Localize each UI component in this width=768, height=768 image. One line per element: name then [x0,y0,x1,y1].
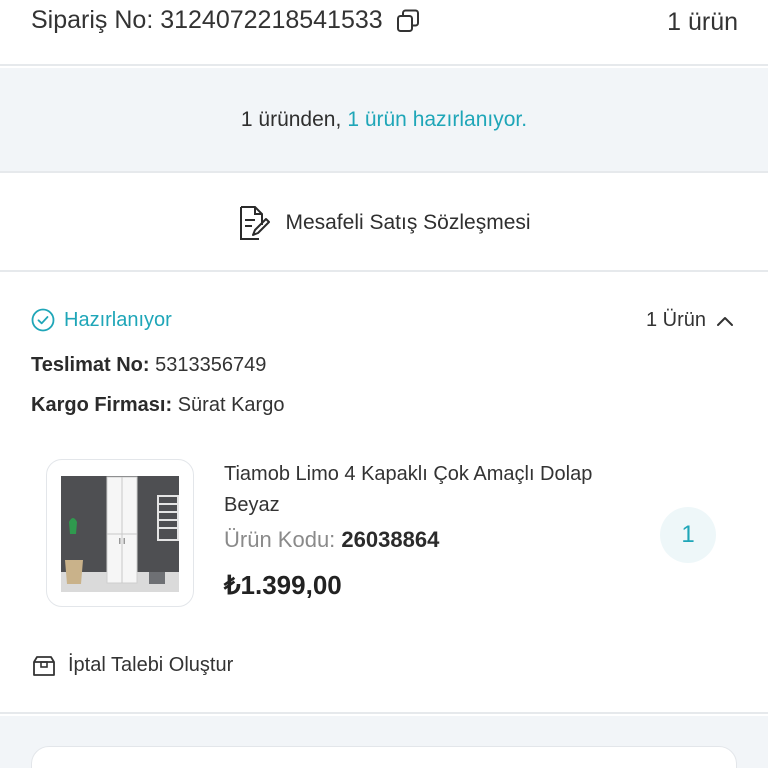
status-banner-highlight: 1 ürün hazırlanıyor. [347,107,528,131]
order-header: Sipariş No: 3124072218541533 1 ürün [0,0,768,66]
bottom-section [0,716,768,768]
product-title[interactable]: Tiamob Limo 4 Kapaklı Çok Amaçlı Dolap B… [224,459,624,521]
product-image [59,472,181,594]
product-count-label: 1 Ürün [645,309,706,331]
shipment-status: Hazırlanıyor [31,308,172,332]
order-status-banner: 1 üründen, 1 ürün hazırlanıyor. [0,68,768,173]
order-number: Sipariş No: 3124072218541533 [31,6,421,35]
copy-icon[interactable] [395,8,421,34]
order-item-count: 1 ürün [667,8,738,36]
product-count-toggle[interactable]: 1 Ürün [646,309,734,332]
product-price: ₺1.399,00 [224,570,342,600]
delivery-number: Teslimat No: 5313356749 [31,354,266,377]
distance-sales-contract-link[interactable]: Mesafeli Satış Sözleşmesi [0,175,768,272]
product-code-value: 26038864 [341,527,440,552]
box-icon [33,655,55,676]
product-quantity-badge: 1 [660,507,716,563]
cancel-request-label: İptal Talebi Oluştur [68,654,234,676]
shipment-status-label: Hazırlanıyor [64,308,172,331]
chevron-up-icon [717,316,733,326]
product-code-label: Ürün Kodu: [224,527,336,552]
cargo-company-value: Sürat Kargo [177,394,285,416]
contract-label: Mesafeli Satış Sözleşmesi [285,210,531,234]
product-image-card[interactable] [46,459,194,607]
cargo-company: Kargo Firması: Sürat Kargo [31,394,284,417]
cargo-company-label: Kargo Firması: [31,394,173,416]
product-code: Ürün Kodu: 26038864 [224,527,439,553]
delivery-number-value: 5313356749 [155,354,267,376]
bottom-card [31,746,737,768]
check-circle-icon [31,308,55,332]
shipment-section: Hazırlanıyor 1 Ürün Teslimat No: 5313356… [0,274,768,714]
delivery-number-label: Teslimat No: [31,354,150,376]
document-edit-icon [240,205,271,240]
cancel-request-button[interactable]: İptal Talebi Oluştur [32,654,233,677]
status-banner-prefix: 1 üründen, [240,107,342,131]
order-number-text: Sipariş No: 3124072218541533 [31,6,383,34]
